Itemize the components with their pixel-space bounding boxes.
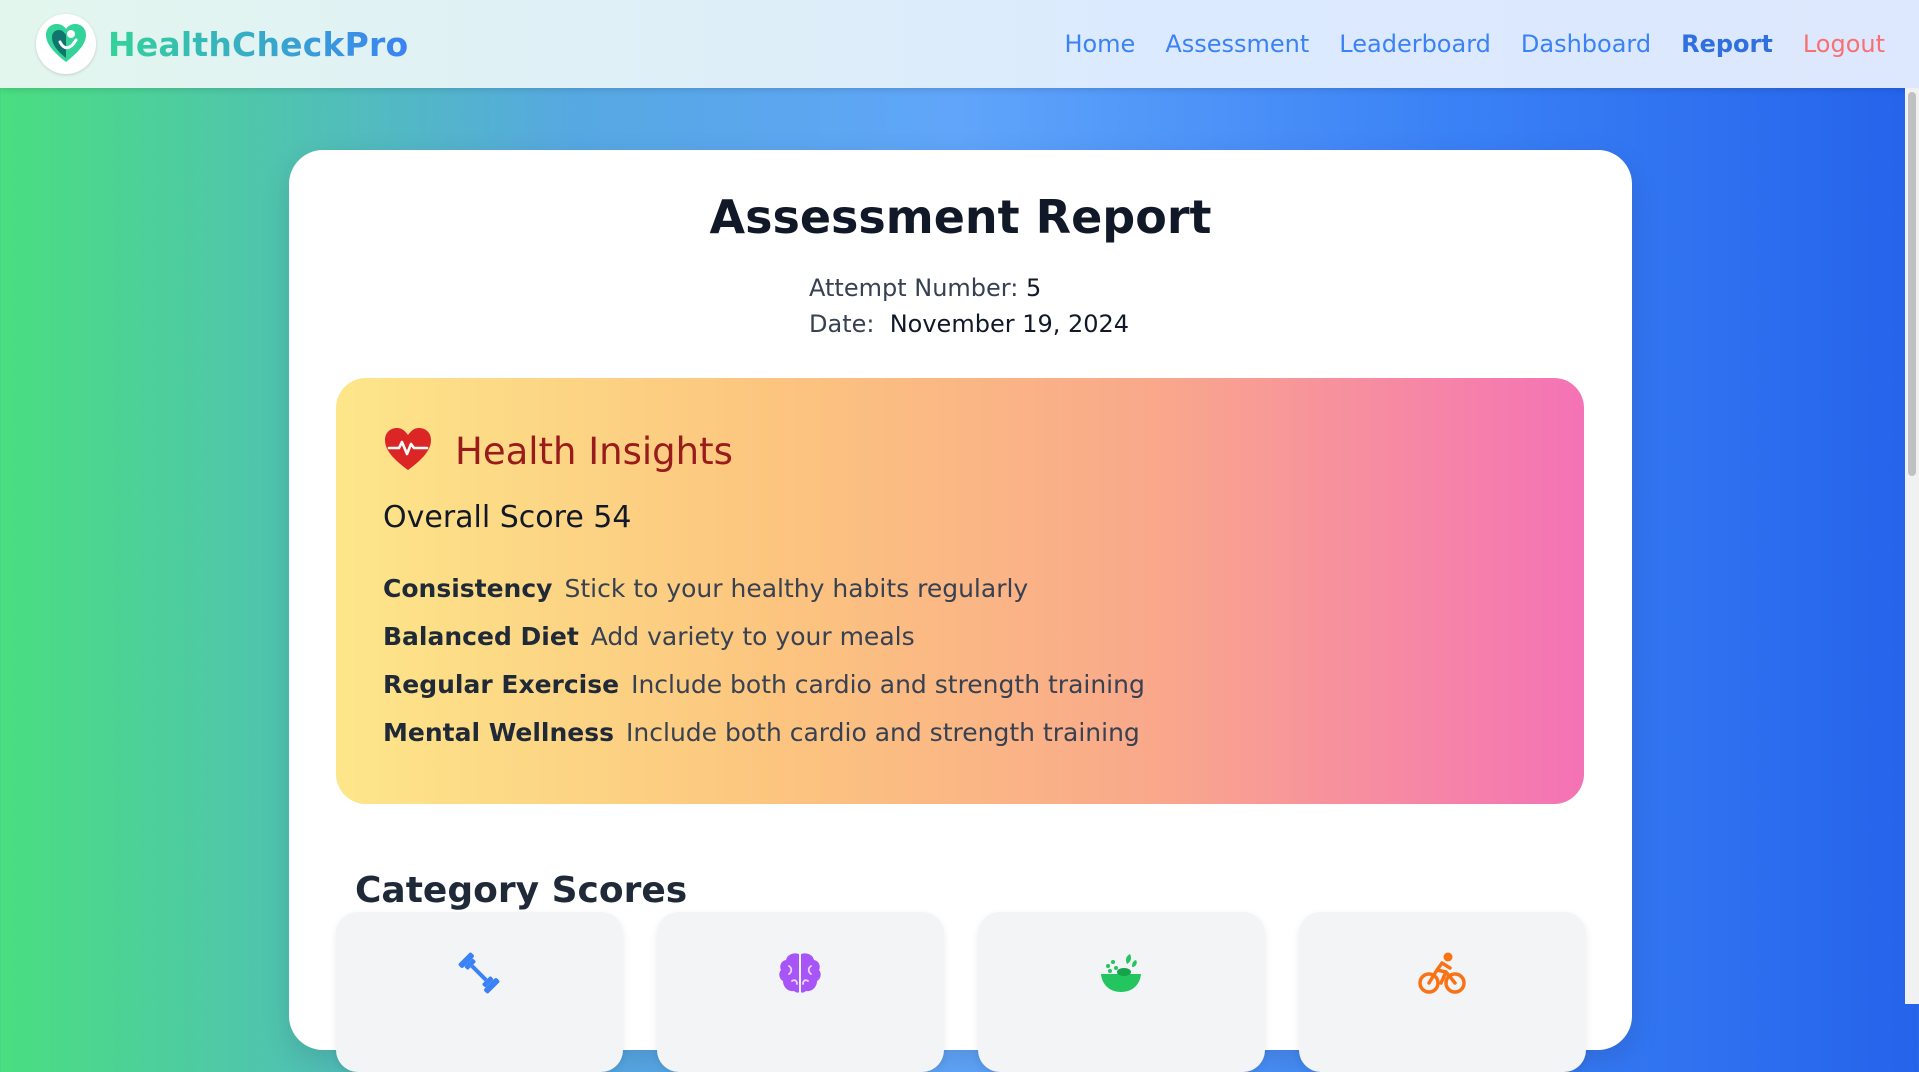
nav-links: Home Assessment Leaderboard Dashboard Re…	[1034, 0, 1885, 88]
dumbbell-icon	[454, 948, 504, 998]
page-title: Assessment Report	[709, 190, 1212, 244]
health-insights-panel: Health Insights Overall Score 54 Consist…	[336, 378, 1584, 804]
nav-home[interactable]: Home	[1064, 30, 1135, 58]
tip-title: Mental Wellness	[383, 717, 615, 747]
salad-bowl-icon	[1096, 948, 1146, 998]
report-meta: Attempt Number: 5 Date: November 19, 202…	[809, 270, 1129, 342]
scrollbar-thumb[interactable]	[1908, 92, 1916, 476]
brand-name: HealthCheckPro	[108, 24, 409, 64]
nav-leaderboard[interactable]: Leaderboard	[1339, 30, 1491, 58]
page-scrollbar[interactable]	[1905, 88, 1919, 1004]
date-label: Date:	[809, 310, 875, 338]
brain-icon	[775, 948, 825, 998]
tip-title: Balanced Diet	[383, 621, 579, 651]
tip-item: Consistency Stick to your healthy habits…	[383, 564, 1145, 612]
overall-score: Overall Score 54	[383, 500, 632, 535]
attempt-row: Attempt Number: 5	[809, 270, 1129, 306]
tip-text: Stick to your healthy habits regularly	[564, 573, 1029, 603]
tip-text: Include both cardio and strength trainin…	[631, 669, 1145, 699]
date-row: Date: November 19, 2024	[809, 306, 1129, 342]
insights-header: Health Insights	[383, 426, 733, 476]
category-card-mental[interactable]	[657, 912, 944, 1072]
brand[interactable]: HealthCheckPro	[36, 14, 408, 74]
nav-dashboard[interactable]: Dashboard	[1521, 30, 1651, 58]
attempt-value: 5	[1025, 274, 1042, 302]
cyclist-icon	[1417, 948, 1467, 998]
nav-report[interactable]: Report	[1681, 30, 1773, 58]
category-card-activity[interactable]	[1299, 912, 1586, 1072]
tip-item: Mental Wellness Include both cardio and …	[383, 708, 1145, 756]
category-card-nutrition[interactable]	[978, 912, 1265, 1072]
insights-title: Health Insights	[455, 429, 733, 473]
category-scores-title: Category Scores	[355, 869, 688, 911]
tip-text: Include both cardio and strength trainin…	[626, 717, 1140, 747]
tip-title: Consistency	[383, 573, 553, 603]
tip-item: Balanced Diet Add variety to your meals	[383, 612, 1145, 660]
date-value: November 19, 2024	[889, 310, 1130, 338]
attempt-label: Attempt Number:	[809, 274, 1019, 302]
top-navbar: HealthCheckPro Home Assessment Leaderboa…	[0, 0, 1919, 88]
tip-title: Regular Exercise	[383, 669, 620, 699]
category-card-fitness[interactable]	[336, 912, 623, 1072]
insight-tips: Consistency Stick to your healthy habits…	[383, 564, 1145, 756]
report-card: Assessment Report Attempt Number: 5 Date…	[289, 150, 1632, 1072]
nav-logout[interactable]: Logout	[1803, 30, 1885, 58]
nav-assessment[interactable]: Assessment	[1165, 30, 1309, 58]
tip-text: Add variety to your meals	[590, 621, 915, 651]
tip-item: Regular Exercise Include both cardio and…	[383, 660, 1145, 708]
logo-icon	[36, 14, 96, 74]
heartbeat-icon	[383, 426, 433, 476]
